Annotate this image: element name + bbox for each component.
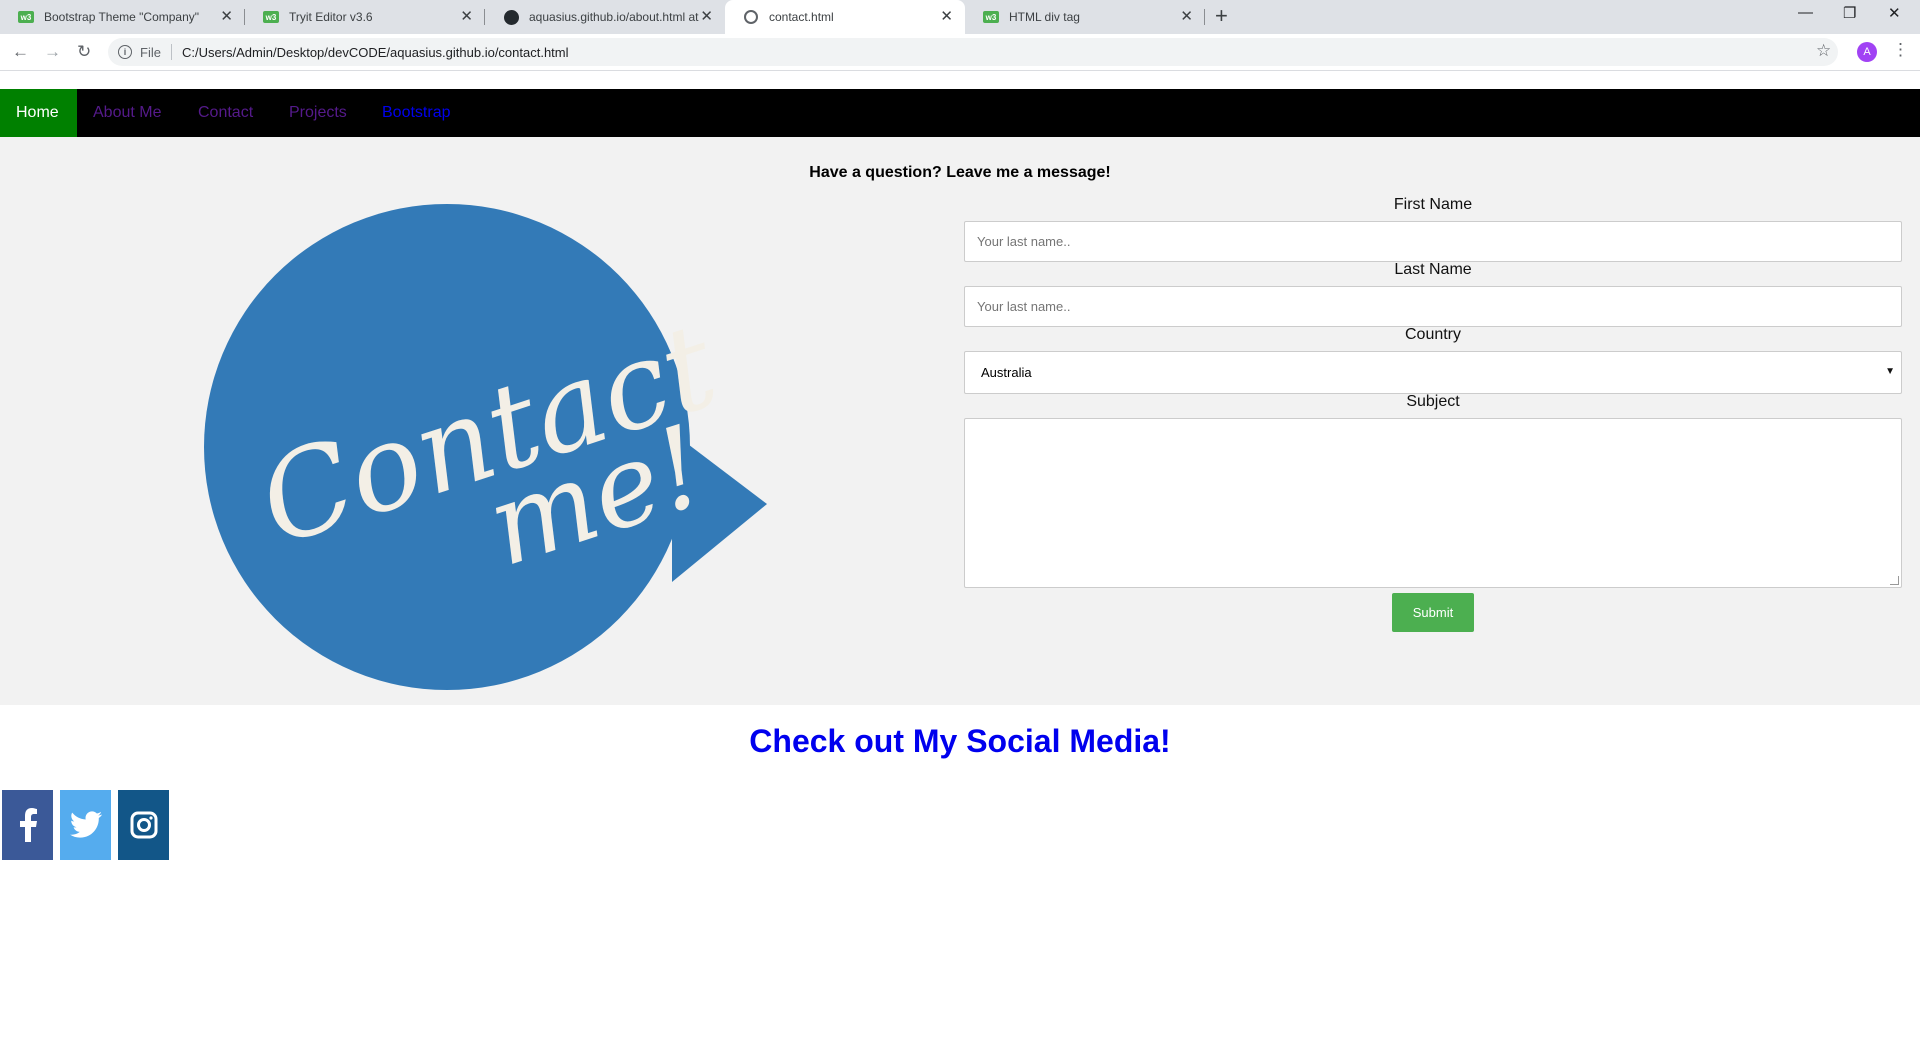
resize-handle-icon[interactable] [1890,576,1899,585]
section-heading: Have a question? Leave me a message! [809,164,1111,181]
info-icon[interactable]: i [118,45,132,59]
nav-contact[interactable]: Contact [182,89,269,137]
nav-home[interactable]: Home [0,89,77,137]
browser-menu-icon[interactable]: ⋮ [1892,40,1909,60]
back-arrow-icon[interactable]: ← [12,42,29,62]
globe-icon [743,9,759,25]
tab-close-icon[interactable]: ✕ [460,9,473,25]
last-name-label: Last Name [1394,261,1472,278]
first-name-label: First Name [1393,196,1473,213]
omnibox-divider [170,44,172,60]
instagram-icon [130,811,157,839]
tab-title: aquasius.github.io/about.html at [529,10,699,24]
url-text[interactable]: C:/Users/Admin/Desktop/devCODE/aquasius.… [182,45,569,60]
address-toolbar: ← → ↻ i File C:/Users/Admin/Desktop/devC… [0,34,1920,71]
tab-title: Bootstrap Theme "Company" [44,10,200,24]
new-tab-button[interactable]: + [1215,5,1228,27]
scheme-label: File [140,44,161,60]
twitter-link[interactable] [60,790,111,860]
bookmark-star-icon[interactable]: ☆ [1816,41,1831,61]
tab-close-icon[interactable]: ✕ [940,9,953,25]
nav-bootstrap[interactable]: Bootstrap [366,89,466,137]
w3schools-icon: w3 [983,9,999,25]
restore-icon[interactable]: ❐ [1843,4,1856,22]
browser-tab[interactable]: w3 Tryit Editor v3.6 ✕ [245,0,485,34]
subject-textarea[interactable] [964,418,1902,588]
tab-title: HTML div tag [1009,10,1080,24]
w3schools-icon: w3 [263,9,279,25]
browser-tab[interactable]: w3 HTML div tag ✕ [965,0,1205,34]
submit-button[interactable]: Submit [1392,593,1474,632]
tab-close-icon[interactable]: ✕ [220,9,233,25]
country-selected-value: Australia [981,365,1032,380]
social-heading: Check out My Social Media! [749,723,1171,759]
nav-about-me[interactable]: About Me [77,89,177,137]
tab-separator [1204,9,1205,25]
first-name-input[interactable] [964,221,1902,262]
site-navbar: Home About Me Contact Projects Bootstrap [0,89,1920,137]
window-close-icon[interactable]: ✕ [1888,4,1901,22]
w3schools-icon: w3 [18,9,34,25]
browser-tab-active[interactable]: contact.html ✕ [725,0,965,34]
omnibox[interactable]: i File C:/Users/Admin/Desktop/devCODE/aq… [108,38,1838,66]
tab-close-icon[interactable]: ✕ [1180,9,1193,25]
contact-section: Have a question? Leave me a message! Con… [0,137,1920,705]
github-icon [503,9,519,25]
forward-arrow-icon[interactable]: → [44,42,61,62]
tab-close-icon[interactable]: ✕ [700,9,713,25]
last-name-input[interactable] [964,286,1902,327]
browser-tab-strip: w3 Bootstrap Theme "Company" ✕ w3 Tryit … [0,0,1920,34]
instagram-link[interactable] [118,790,169,860]
profile-avatar[interactable]: A [1857,42,1877,62]
facebook-icon [19,808,37,842]
reload-icon[interactable]: ↻ [77,42,91,62]
nav-projects[interactable]: Projects [273,89,363,137]
tab-title: contact.html [769,10,834,24]
country-select[interactable]: Australia ▼ [964,351,1902,394]
tab-title: Tryit Editor v3.6 [289,10,373,24]
country-label: Country [1404,326,1462,343]
browser-tab[interactable]: w3 Bootstrap Theme "Company" ✕ [0,0,245,34]
contact-me-logo: Contact me! [204,204,767,690]
twitter-icon [69,811,102,838]
subject-label: Subject [1406,393,1460,410]
chevron-down-icon: ▼ [1885,366,1895,377]
facebook-link[interactable] [2,790,53,860]
browser-tab[interactable]: aquasius.github.io/about.html at ✕ [485,0,725,34]
minimize-icon[interactable]: — [1798,4,1813,21]
